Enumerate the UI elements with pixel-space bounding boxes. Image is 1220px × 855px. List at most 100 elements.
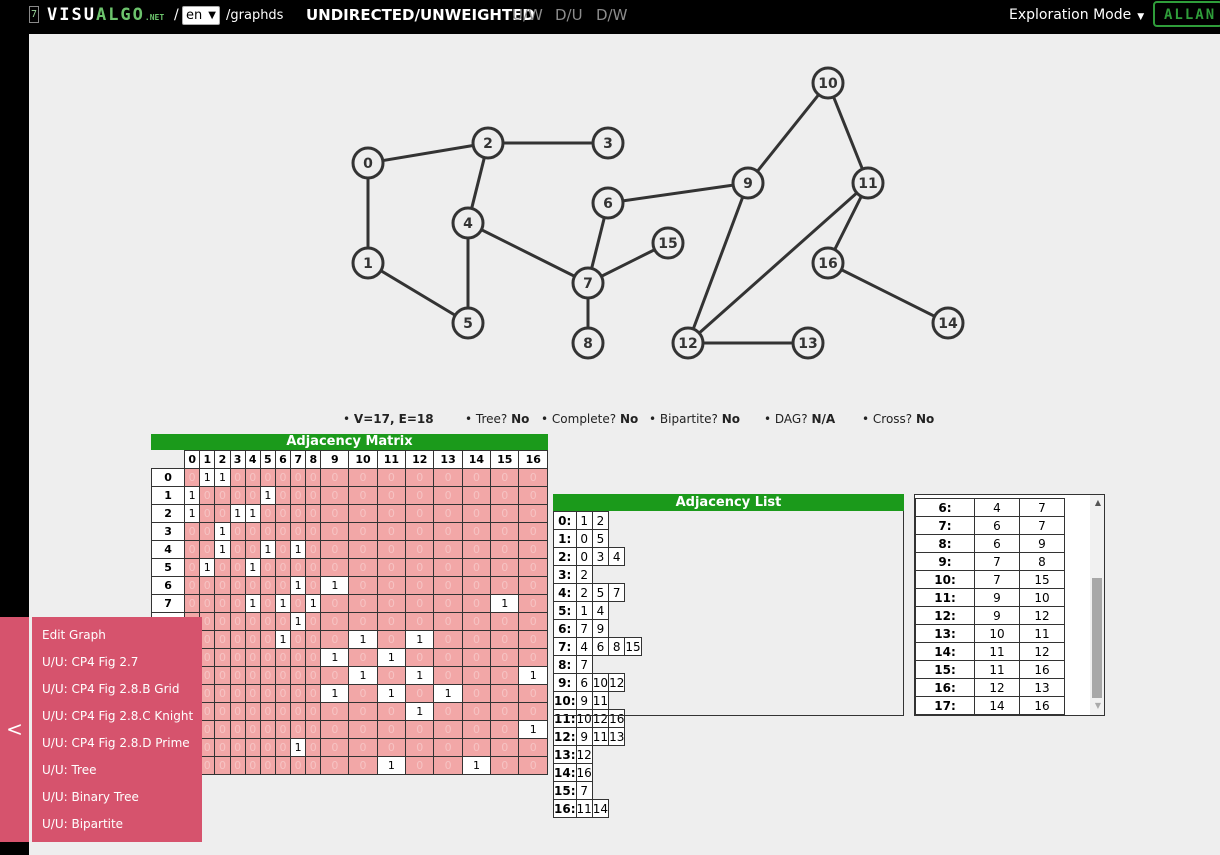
matrix-cell: 0 xyxy=(290,522,307,541)
matrix-cell: 0 xyxy=(405,648,435,667)
scrollbar-thumb[interactable] xyxy=(1092,578,1102,698)
matrix-cell: 0 xyxy=(490,702,520,721)
graph-edge[interactable] xyxy=(746,82,830,184)
matrix-cell: 0 xyxy=(290,702,307,721)
graph-vertex[interactable]: 14 xyxy=(931,306,965,340)
matrix-cell: 0 xyxy=(320,594,350,613)
matrix-row: 1000000000010100000 xyxy=(150,648,548,667)
scroll-up-arrow-icon[interactable]: ▲ xyxy=(1095,498,1101,507)
example-menu-item[interactable]: U/U: CP4 Fig 2.8.B Grid xyxy=(32,679,202,706)
matrix-cell: 0 xyxy=(274,558,292,577)
matrix-cell: 0 xyxy=(320,666,350,685)
matrix-cell: 0 xyxy=(259,666,276,685)
graph-vertex[interactable]: 6 xyxy=(591,186,625,220)
graph-vertex[interactable]: 10 xyxy=(811,66,845,100)
example-menu-item[interactable]: U/U: CP4 Fig 2.8.D Prime xyxy=(32,733,202,760)
matrix-cell: 0 xyxy=(348,522,378,541)
edge-list-endpoint: 12 xyxy=(1019,606,1065,625)
graph-vertex[interactable]: 0 xyxy=(351,146,385,180)
matrix-cell: 0 xyxy=(490,522,520,541)
vertex-label: 12 xyxy=(678,336,697,352)
matrix-cell: 1 xyxy=(433,684,463,703)
matrix-cell: 0 xyxy=(320,720,350,739)
edge-list-endpoint: 12 xyxy=(1019,642,1065,661)
graph-canvas[interactable]: 012 3456789101112 13141516 xyxy=(0,0,1220,400)
graph-vertex[interactable]: 12 xyxy=(671,326,705,360)
graph-vertex[interactable]: 3 xyxy=(591,126,625,160)
example-menu-item[interactable]: U/U: Bipartite xyxy=(32,814,202,841)
scroll-down-arrow-icon[interactable]: ▼ xyxy=(1095,701,1101,710)
graph-vertex[interactable]: 11 xyxy=(851,166,885,200)
edge-list-endpoint: 16 xyxy=(1019,660,1065,679)
matrix-row: 1600000000000100100 xyxy=(150,756,548,775)
matrix-cell: 0 xyxy=(184,522,201,541)
graph-vertex[interactable]: 5 xyxy=(451,306,485,340)
matrix-cell: 0 xyxy=(320,738,350,757)
matrix-cell: 0 xyxy=(348,558,378,577)
adjacency-list-neighbor: 12 xyxy=(575,745,593,764)
graph-edge[interactable] xyxy=(607,181,749,205)
example-menu-item[interactable]: U/U: Binary Tree xyxy=(32,787,202,814)
matrix-cell: 0 xyxy=(405,522,435,541)
matrix-cell: 0 xyxy=(405,486,435,505)
graph-vertex[interactable]: 13 xyxy=(791,326,825,360)
matrix-cell: 1 xyxy=(290,738,307,757)
matrix-cell: 0 xyxy=(376,486,407,505)
vertex-label: 13 xyxy=(798,336,817,352)
side-menu-toggle[interactable]: < xyxy=(0,617,29,842)
matrix-cell: 0 xyxy=(259,702,276,721)
matrix-cell: 0 xyxy=(490,612,520,631)
graph-vertex[interactable]: 15 xyxy=(651,226,685,260)
example-menu-item[interactable]: U/U: Tree xyxy=(32,760,202,787)
matrix-cell: 0 xyxy=(518,522,548,541)
matrix-cell: 0 xyxy=(274,612,292,631)
matrix-cell: 0 xyxy=(199,720,216,739)
matrix-cell: 0 xyxy=(518,612,548,631)
example-menu-item[interactable]: Edit Graph xyxy=(32,625,202,652)
matrix-cell: 0 xyxy=(461,486,492,505)
example-menu-item[interactable]: U/U: CP4 Fig 2.7 xyxy=(32,652,202,679)
matrix-cell: 0 xyxy=(348,576,378,595)
matrix-cell: 0 xyxy=(320,468,350,487)
example-menu-item[interactable]: U/U: CP4 Fig 2.8.C Knight xyxy=(32,706,202,733)
matrix-cell: 0 xyxy=(229,558,246,577)
scrollbar[interactable]: ▲ ▼ xyxy=(1090,495,1104,715)
graph-edge[interactable] xyxy=(686,182,750,344)
matrix-cell: 0 xyxy=(184,468,201,487)
matrix-cell: 0 xyxy=(229,522,246,541)
graph-vertex[interactable]: 16 xyxy=(811,246,845,280)
matrix-cell: 0 xyxy=(229,702,246,721)
matrix-row: 800000001000000000 xyxy=(150,612,548,631)
matrix-cell: 0 xyxy=(433,594,463,613)
matrix-cell: 0 xyxy=(320,486,350,505)
stat-bipartite-value: No xyxy=(721,412,740,426)
graph-vertex[interactable]: 8 xyxy=(571,326,605,360)
edge-list-index: 13: xyxy=(915,624,975,643)
adjacency-list-row: 15: 7 xyxy=(553,781,642,800)
matrix-cell: 0 xyxy=(259,720,276,739)
matrix-row: 300100000000000000 xyxy=(150,522,548,541)
graph-edge[interactable] xyxy=(827,261,949,325)
graph-edge[interactable] xyxy=(367,261,469,325)
matrix-cell: 1 xyxy=(244,504,261,523)
matrix-cell: 0 xyxy=(244,486,261,505)
matrix-cell: 0 xyxy=(199,486,216,505)
graph-edge[interactable] xyxy=(467,221,589,285)
graph-vertex[interactable]: 9 xyxy=(731,166,765,200)
matrix-row-header: 4 xyxy=(150,540,186,559)
matrix-cell: 0 xyxy=(433,504,463,523)
graph-vertex[interactable]: 1 xyxy=(351,246,385,280)
vertex-label: 1 xyxy=(363,256,373,272)
matrix-cell: 1 xyxy=(244,594,261,613)
edge-list-panel[interactable]: 6: 4 7 7: 6 7 8: 6 9 9: 7 8 10: 7 15 11: 9 10 12: 9 12 13: 10 1… xyxy=(914,494,1105,716)
graph-edge[interactable] xyxy=(367,141,489,165)
matrix-column-header: 4 xyxy=(244,450,261,469)
graph-vertex[interactable]: 7 xyxy=(571,266,605,300)
graph-vertex[interactable]: 4 xyxy=(451,206,485,240)
matrix-cell: 0 xyxy=(199,540,216,559)
matrix-cell: 0 xyxy=(433,666,463,685)
graph-vertex[interactable]: 2 xyxy=(471,126,505,160)
adjacency-list-vertex: 14: xyxy=(553,763,577,782)
adjacency-list-neighbor: 9 xyxy=(575,727,593,746)
matrix-cell: 0 xyxy=(305,504,322,523)
